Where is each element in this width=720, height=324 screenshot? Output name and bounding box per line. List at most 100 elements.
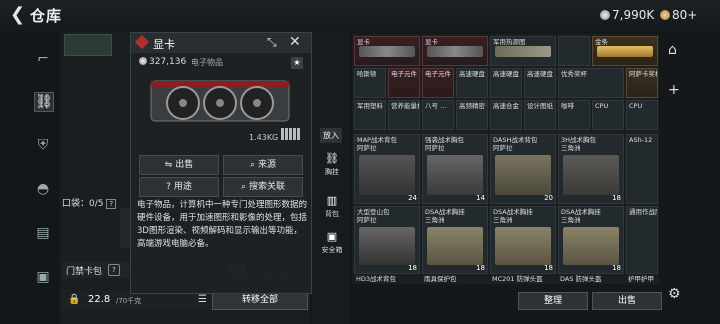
- grid-item[interactable]: 设计图纸: [524, 100, 556, 130]
- usage-button[interactable]: ? 用途: [139, 177, 219, 197]
- pocket-help-icon[interactable]: ?: [106, 199, 117, 209]
- item-label: 金条: [595, 38, 608, 46]
- grid-item[interactable]: 电子元件: [422, 68, 454, 98]
- armor-icon[interactable]: ⛨: [34, 136, 52, 154]
- grid-item[interactable]: 高速合金: [490, 100, 522, 130]
- gpu-thumbnail: [427, 46, 483, 57]
- stash-icon[interactable]: ⌂: [668, 42, 677, 58]
- rig-icon[interactable]: ⛓: [34, 92, 54, 112]
- close-icon[interactable]: ✕: [289, 34, 301, 50]
- grid-item[interactable]: 护甲护甲: [626, 274, 658, 284]
- grid-item[interactable]: 高频精密: [456, 100, 488, 130]
- grid-item[interactable]: 哈斯顿: [354, 68, 386, 98]
- item-label: 八号 ...: [425, 102, 447, 110]
- weapon-slot[interactable]: [64, 34, 112, 56]
- grid-item[interactable]: 显卡: [354, 36, 420, 66]
- grid-item[interactable]: 阿萨卡奖杯: [626, 68, 658, 98]
- grid-item[interactable]: 显卡: [422, 36, 488, 66]
- lock-icon: 🔒: [68, 294, 81, 305]
- grid-item[interactable]: 高速硬盘: [490, 68, 522, 98]
- item-count: 20: [544, 194, 553, 202]
- item-label: DSA战术胸挂 三角洲: [493, 208, 533, 224]
- question-icon: ?: [166, 182, 174, 192]
- item-label: 军用塑料: [357, 102, 383, 110]
- item-label: 高速合金: [493, 102, 519, 110]
- grid-item[interactable]: 优秀奖杯: [558, 68, 624, 98]
- stash-grid: 显卡 显卡 军用热源图 金条 哈斯顿 电子元件 电子元件 高速硬盘 高速硬盘 高…: [352, 34, 659, 284]
- vest-icon: ⛓: [325, 152, 339, 165]
- grid-item[interactable]: DSA战术胸挂 三角洲 18: [422, 206, 488, 274]
- grid-item[interactable]: DSA战术胸挂 三角洲 18: [490, 206, 556, 274]
- grid-item[interactable]: 通用作战服: [626, 206, 658, 274]
- right-sidebar: ⌂ +: [664, 32, 720, 282]
- add-icon[interactable]: +: [668, 82, 680, 98]
- item-price: 327,136: [139, 57, 186, 67]
- grid-item[interactable]: ASh-12: [626, 134, 658, 204]
- grid-item[interactable]: 高速硬盘: [524, 68, 556, 98]
- bag-thumbnail: [563, 155, 619, 195]
- pocket-label: 口袋：: [62, 199, 90, 209]
- helmet-icon[interactable]: ◓: [34, 180, 52, 198]
- grid-item[interactable]: CPU: [626, 100, 658, 130]
- gear-icon[interactable]: ⚙: [668, 286, 681, 302]
- backpack-tab[interactable]: ▥ 背包: [318, 194, 346, 219]
- grid-item[interactable]: 大型登山包 阿萨拉 18: [354, 206, 420, 274]
- item-label: 营养能量棒: [391, 102, 419, 110]
- item-label: 雨具保护包: [424, 275, 457, 283]
- grid-item[interactable]: 3H战术胸包 三角洲 18: [558, 134, 624, 204]
- list-icon[interactable]: ☰: [198, 294, 207, 305]
- grid-item[interactable]: CPU: [592, 100, 624, 130]
- item-label: 军用热源图: [493, 38, 526, 46]
- grid-item[interactable]: DSA战术胸挂 三角洲 18: [558, 206, 624, 274]
- item-label: 咖啡: [561, 102, 574, 110]
- chest-rig-label: 胸挂: [325, 168, 339, 176]
- shrink-icon[interactable]: ⤡: [267, 35, 277, 50]
- bag-thumbnail: [495, 155, 551, 195]
- back-button[interactable]: ❮: [10, 4, 25, 25]
- grid-item[interactable]: MAP战术背包 阿萨拉 24: [354, 134, 420, 204]
- sell-icon: ⇋: [164, 160, 176, 170]
- grid-item[interactable]: 咖啡: [558, 100, 590, 130]
- grid-item[interactable]: DASH战术背包 阿萨拉 20: [490, 134, 556, 204]
- card-icon[interactable]: ▤: [34, 224, 52, 242]
- item-label: 设计图纸: [527, 102, 553, 110]
- item-label: 阿萨卡奖杯: [629, 70, 657, 78]
- favorite-star-icon[interactable]: ★: [291, 57, 303, 69]
- grid-item[interactable]: 八号 ...: [422, 100, 454, 130]
- sort-button[interactable]: 整理: [518, 292, 588, 310]
- pistol-icon[interactable]: ⌐: [34, 50, 52, 68]
- search-related-label: 搜索关联: [248, 182, 285, 192]
- bag-help-icon[interactable]: ?: [108, 264, 120, 276]
- grid-item[interactable]: 军用热源图: [490, 36, 556, 66]
- bag-thumbnail: [359, 155, 415, 195]
- grid-item[interactable]: MC201 防弹头盔12: [490, 274, 556, 284]
- search-related-button[interactable]: ⌕ 搜索关联: [223, 177, 303, 197]
- item-name: 显卡: [153, 38, 175, 51]
- item-label: 电子元件: [391, 70, 417, 78]
- source-button[interactable]: ⌕ 来源: [223, 155, 303, 175]
- gpu-thumbnail: [359, 46, 415, 57]
- item-detail-popup: 显卡 ⤡ ✕ 327,136 电子物品 ★ 1.43KG ⇋ 出售 ⌕ 来源 ?…: [130, 32, 312, 294]
- grid-item[interactable]: HD3战术背包 16: [354, 274, 420, 284]
- item-count: 18: [476, 264, 485, 272]
- grid-item[interactable]: DAS 防弹头盔 16: [558, 274, 624, 284]
- grid-item[interactable]: 电子元件: [388, 68, 420, 98]
- source-label: 来源: [257, 160, 276, 170]
- popup-header: 显卡 ⤡ ✕: [131, 33, 311, 53]
- grid-item[interactable]: 高速硬盘: [456, 68, 488, 98]
- safe-box-tab[interactable]: ▣ 安全箱: [318, 230, 346, 255]
- grid-item[interactable]: 军用塑料: [354, 100, 386, 130]
- case-icon[interactable]: ▣: [34, 268, 52, 286]
- sell-button[interactable]: ⇋ 出售: [139, 155, 219, 175]
- item-label: CPU: [595, 102, 609, 110]
- grid-item[interactable]: [558, 36, 590, 66]
- chest-rig-tab[interactable]: ⛓ 胸挂: [318, 152, 346, 177]
- item-label: 大型登山包 阿萨拉: [357, 208, 390, 224]
- item-label: 通用作战服: [629, 208, 657, 216]
- grid-item[interactable]: 金条: [592, 36, 658, 66]
- grid-item[interactable]: 雨具保护包 12: [422, 274, 488, 284]
- sell-all-button[interactable]: 出售: [592, 292, 662, 310]
- grid-item[interactable]: 强袭战术胸包 阿萨拉 14: [422, 134, 488, 204]
- grid-item[interactable]: 营养能量棒: [388, 100, 420, 130]
- coin-display[interactable]: 80+: [660, 8, 697, 22]
